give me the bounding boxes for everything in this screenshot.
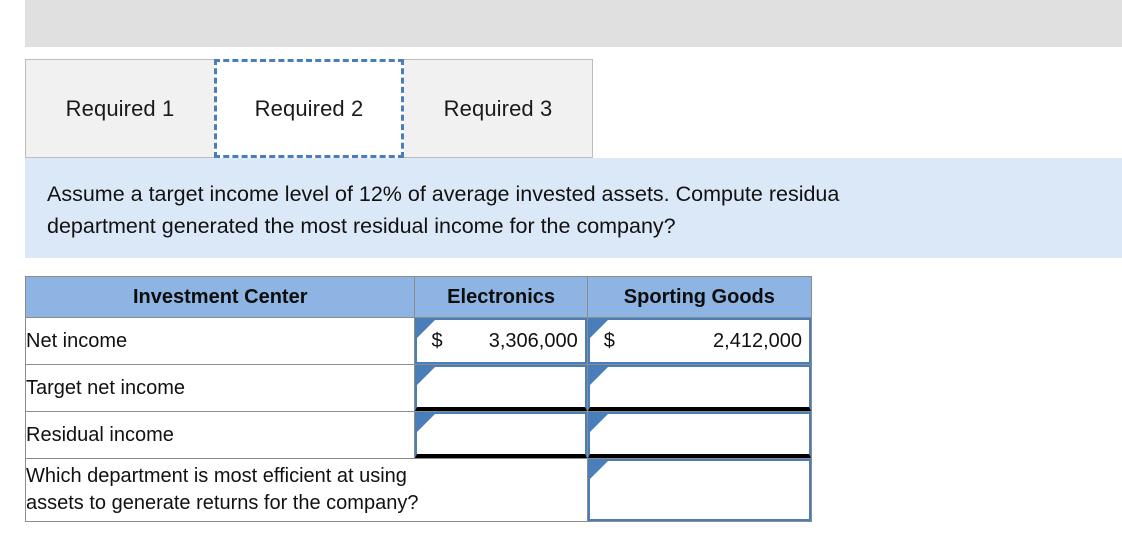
cell-flag-icon	[417, 367, 436, 385]
cell-target-net-income-sporting-goods[interactable]	[586, 364, 813, 412]
cell-flag-icon	[589, 414, 608, 432]
header-investment-center: Investment Center	[24, 276, 416, 318]
input-target-net-income-sporting-goods[interactable]	[587, 365, 811, 411]
row-label-target-net-income: Target net income	[24, 364, 416, 412]
header-sporting-goods: Sporting Goods	[586, 276, 813, 318]
instruction-panel: Assume a target income level of 12% of a…	[25, 158, 1122, 258]
tab-label: Required 3	[443, 95, 553, 121]
input-residual-income-sporting-goods[interactable]	[587, 412, 811, 458]
tab-required-2[interactable]: Required 2	[214, 59, 404, 158]
question-line-1: Which department is most efficient at us…	[26, 465, 407, 487]
table-header-row: Investment Center Electronics Sporting G…	[24, 276, 813, 318]
row-label-efficiency-question: Which department is most efficient at us…	[25, 458, 588, 522]
row-label-residual-income: Residual income	[24, 411, 416, 459]
table-row: Which department is most efficient at us…	[25, 458, 813, 522]
value-wrap: $ 3,306,000	[417, 330, 584, 353]
table-row: Residual income	[24, 411, 813, 459]
tab-required-3[interactable]: Required 3	[403, 59, 593, 158]
cell-flag-icon	[589, 320, 608, 338]
instruction-text: Assume a target income level of 12% of a…	[47, 178, 1122, 242]
cell-residual-income-sporting-goods[interactable]	[586, 411, 813, 459]
table-row: Target net income	[24, 364, 813, 412]
input-net-income-sporting-goods[interactable]: $ 2,412,000	[587, 318, 811, 364]
table-row: Net income $ 3,306,000 $ 2,412,000	[24, 317, 813, 365]
tab-strip: Required 1 Required 2 Required 3	[25, 59, 595, 158]
instruction-line-1: Assume a target income level of 12% of a…	[47, 182, 840, 206]
cell-flag-icon	[589, 461, 608, 479]
cell-flag-icon	[417, 414, 436, 432]
cell-net-income-electronics[interactable]: $ 3,306,000	[414, 317, 588, 365]
header-electronics: Electronics	[414, 276, 588, 318]
input-residual-income-electronics[interactable]	[415, 412, 587, 458]
residual-income-table: Investment Center Electronics Sporting G…	[24, 276, 813, 522]
input-efficiency-answer[interactable]	[587, 459, 811, 521]
cell-efficiency-answer[interactable]	[586, 458, 813, 522]
cell-target-net-income-electronics[interactable]	[414, 364, 588, 412]
input-net-income-electronics[interactable]: $ 3,306,000	[415, 318, 587, 364]
cell-residual-income-electronics[interactable]	[414, 411, 588, 459]
input-target-net-income-electronics[interactable]	[415, 365, 587, 411]
tab-required-1[interactable]: Required 1	[25, 59, 215, 158]
amount-value: 3,306,000	[488, 329, 578, 352]
row-label-net-income: Net income	[24, 317, 416, 365]
instruction-line-2: department generated the most residual i…	[47, 214, 676, 238]
cell-net-income-sporting-goods[interactable]: $ 2,412,000	[586, 317, 813, 365]
tab-label: Required 2	[254, 95, 364, 121]
tab-label: Required 1	[65, 95, 175, 121]
value-wrap: $ 2,412,000	[590, 330, 809, 353]
top-gray-bar	[25, 0, 1122, 47]
question-line-2: assets to generate returns for the compa…	[26, 492, 419, 514]
cell-flag-icon	[589, 367, 608, 385]
cell-flag-icon	[417, 320, 436, 338]
amount-value: 2,412,000	[713, 329, 802, 352]
